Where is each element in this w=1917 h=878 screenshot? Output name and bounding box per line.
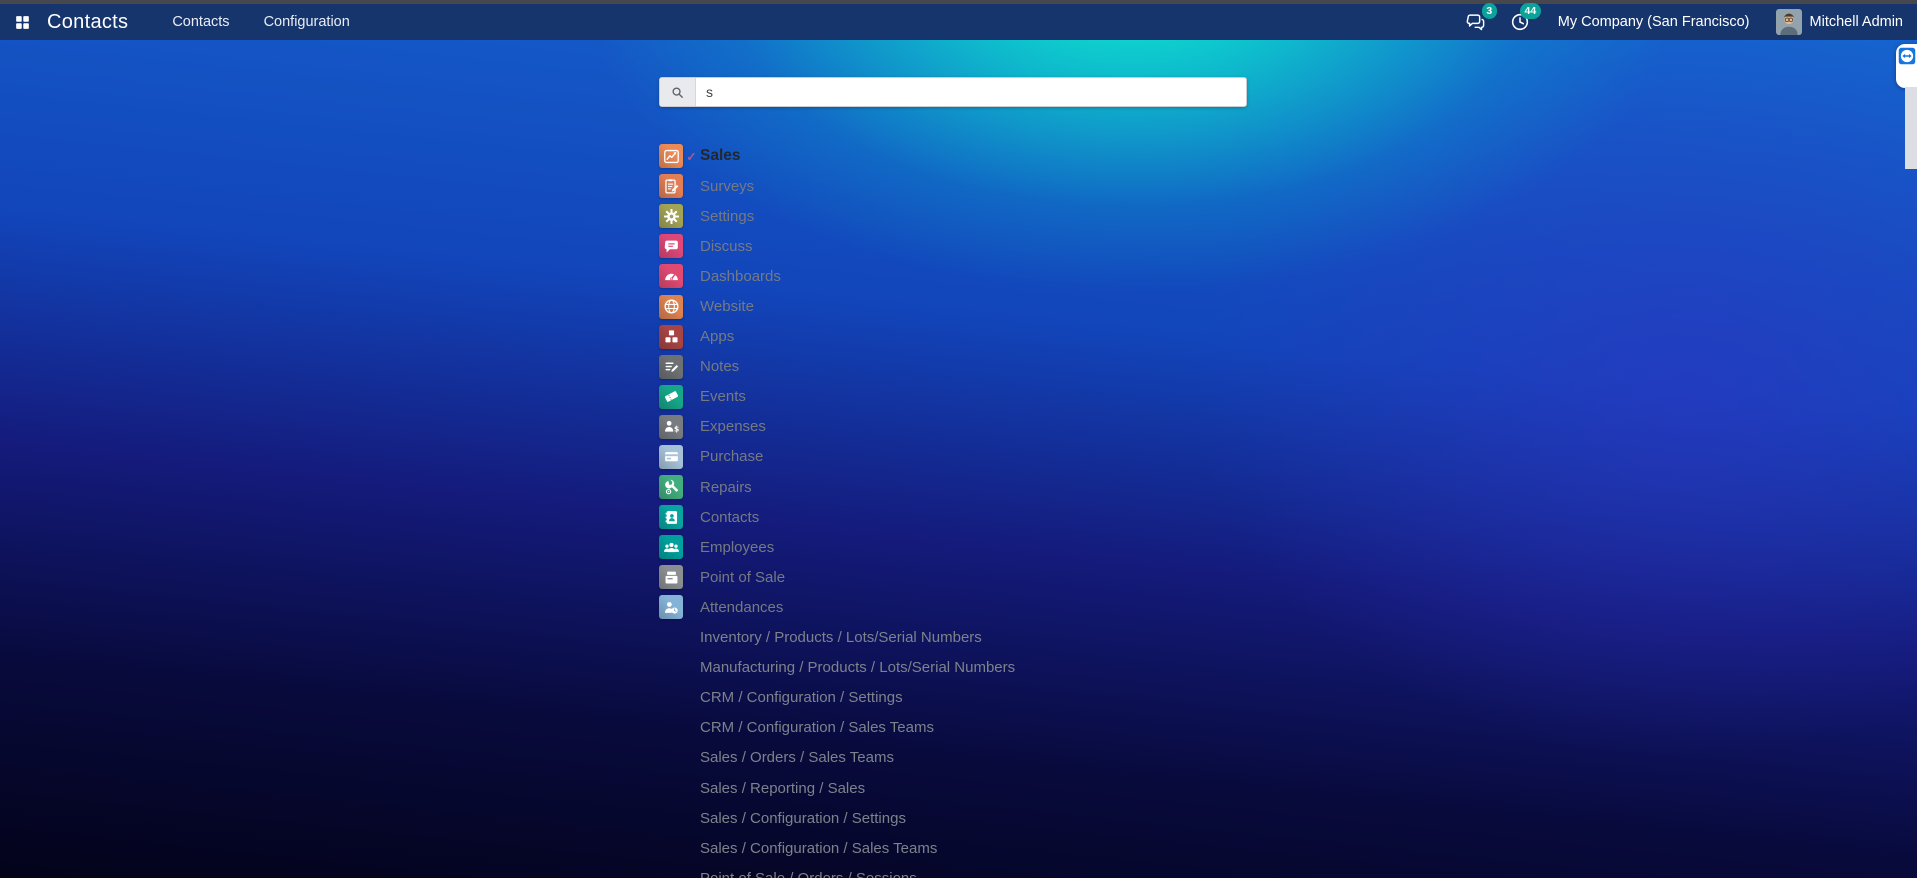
activities-badge: 44 [1520,3,1541,19]
menu-path-result[interactable]: Sales / Configuration / Settings [659,803,1559,833]
app-result-label: Surveys [700,178,754,195]
app-result-label: Point of Sale [700,569,785,586]
menu-path-result[interactable]: Sales / Configuration / Sales Teams [659,833,1559,863]
app-result-dashboards[interactable]: Dashboards [659,261,1559,291]
app-result-contacts[interactable]: Contacts [659,502,1559,532]
app-result-label: Attendances [700,599,783,616]
app-result-label: Discuss [700,238,753,255]
expenses-icon: $ [659,415,683,439]
apps-icon [659,325,683,349]
messages-badge: 3 [1482,3,1497,19]
events-icon [659,385,683,409]
teamviewer-icon [1898,47,1916,65]
attendances-icon [659,595,683,619]
user-name: Mitchell Admin [1810,14,1903,30]
menu-path-result[interactable]: Point of Sale / Orders / Sessions [659,863,1559,878]
menu-path-label: Sales / Reporting / Sales [700,780,865,797]
sales-icon [659,144,683,168]
app-result-employees[interactable]: Employees [659,532,1559,562]
app-result-settings[interactable]: Settings [659,201,1559,231]
activities-icon[interactable]: 44 [1508,10,1532,34]
discuss-icon [659,234,683,258]
notes-icon [659,355,683,379]
app-result-expenses[interactable]: $ Expenses [659,412,1559,442]
app-result-label: Website [700,298,754,315]
company-switcher[interactable]: My Company (San Francisco) [1558,14,1750,30]
app-result-discuss[interactable]: Discuss [659,231,1559,261]
app-result-sales[interactable]: ✓Sales [659,141,1559,171]
pos-icon [659,565,683,589]
app-search-box [659,77,1247,107]
repairs-icon [659,475,683,499]
app-result-events[interactable]: Events [659,382,1559,412]
user-menu[interactable]: Mitchell Admin [1776,9,1903,35]
app-result-label: Purchase [700,448,763,465]
menu-path-label: Inventory / Products / Lots/Serial Numbe… [700,629,982,646]
purchase-icon [659,445,683,469]
app-result-website[interactable]: Website [659,291,1559,321]
menu-path-label: CRM / Configuration / Sales Teams [700,719,934,736]
app-result-label: Contacts [700,509,759,526]
results-list: ✓Sales Surveys Settings Discuss Dashboards We… [659,141,1559,878]
menu-contacts[interactable]: Contacts [172,14,229,30]
avatar [1776,9,1802,35]
app-result-purchase[interactable]: Purchase [659,442,1559,472]
svg-text:$: $ [674,425,679,434]
menu-path-label: Sales / Configuration / Sales Teams [700,840,937,857]
app-result-label: Notes [700,358,739,375]
current-app-title: Contacts [47,11,128,34]
menu-path-result[interactable]: Inventory / Products / Lots/Serial Numbe… [659,623,1559,653]
menu-path-label: Sales / Configuration / Settings [700,810,906,827]
app-search-input[interactable] [696,78,1246,106]
apps-grid-icon[interactable] [12,12,32,32]
menu-path-label: Point of Sale / Orders / Sessions [700,870,917,878]
menu-path-result[interactable]: CRM / Configuration / Settings [659,683,1559,713]
app-result-notes[interactable]: Notes [659,352,1559,382]
app-result-label: Expenses [700,418,766,435]
odoo-window: Contacts Contacts Configuration 3 44 My … [0,0,1917,878]
menu-path-result[interactable]: CRM / Configuration / Sales Teams [659,713,1559,743]
menu-path-result[interactable]: Sales / Reporting / Sales [659,773,1559,803]
menu-path-label: Sales / Orders / Sales Teams [700,749,894,766]
menu-path-label: Manufacturing / Products / Lots/Serial N… [700,659,1015,676]
website-icon [659,295,683,319]
settings-icon [659,204,683,228]
app-result-label: Dashboards [700,268,781,285]
app-result-point-of-sale[interactable]: Point of Sale [659,562,1559,592]
menu-path-result[interactable]: Manufacturing / Products / Lots/Serial N… [659,653,1559,683]
menu-path-result[interactable]: Sales / Orders / Sales Teams [659,743,1559,773]
app-result-attendances[interactable]: Attendances [659,592,1559,622]
surveys-icon [659,174,683,198]
app-result-apps[interactable]: Apps [659,322,1559,352]
employees-icon [659,535,683,559]
scrollbar-thumb[interactable] [1905,87,1917,169]
menu-path-label: CRM / Configuration / Settings [700,689,903,706]
menu-configuration[interactable]: Configuration [264,14,350,30]
app-result-label: Sales [700,147,741,165]
app-result-label: Settings [700,208,754,225]
top-navbar: Contacts Contacts Configuration 3 44 My … [0,4,1917,40]
search-icon [660,78,696,106]
app-result-repairs[interactable]: Repairs [659,472,1559,502]
contacts-icon [659,505,683,529]
app-result-label: Apps [700,328,734,345]
remote-support-widget[interactable] [1896,44,1917,88]
systray: 3 44 My Company (San Francisco) [1444,9,1903,35]
app-result-label: Repairs [700,479,752,496]
selected-check-icon: ✓ [683,149,700,164]
messages-icon[interactable]: 3 [1464,10,1488,34]
app-result-surveys[interactable]: Surveys [659,171,1559,201]
dashboards-icon [659,264,683,288]
app-result-label: Events [700,388,746,405]
app-result-label: Employees [700,539,774,556]
